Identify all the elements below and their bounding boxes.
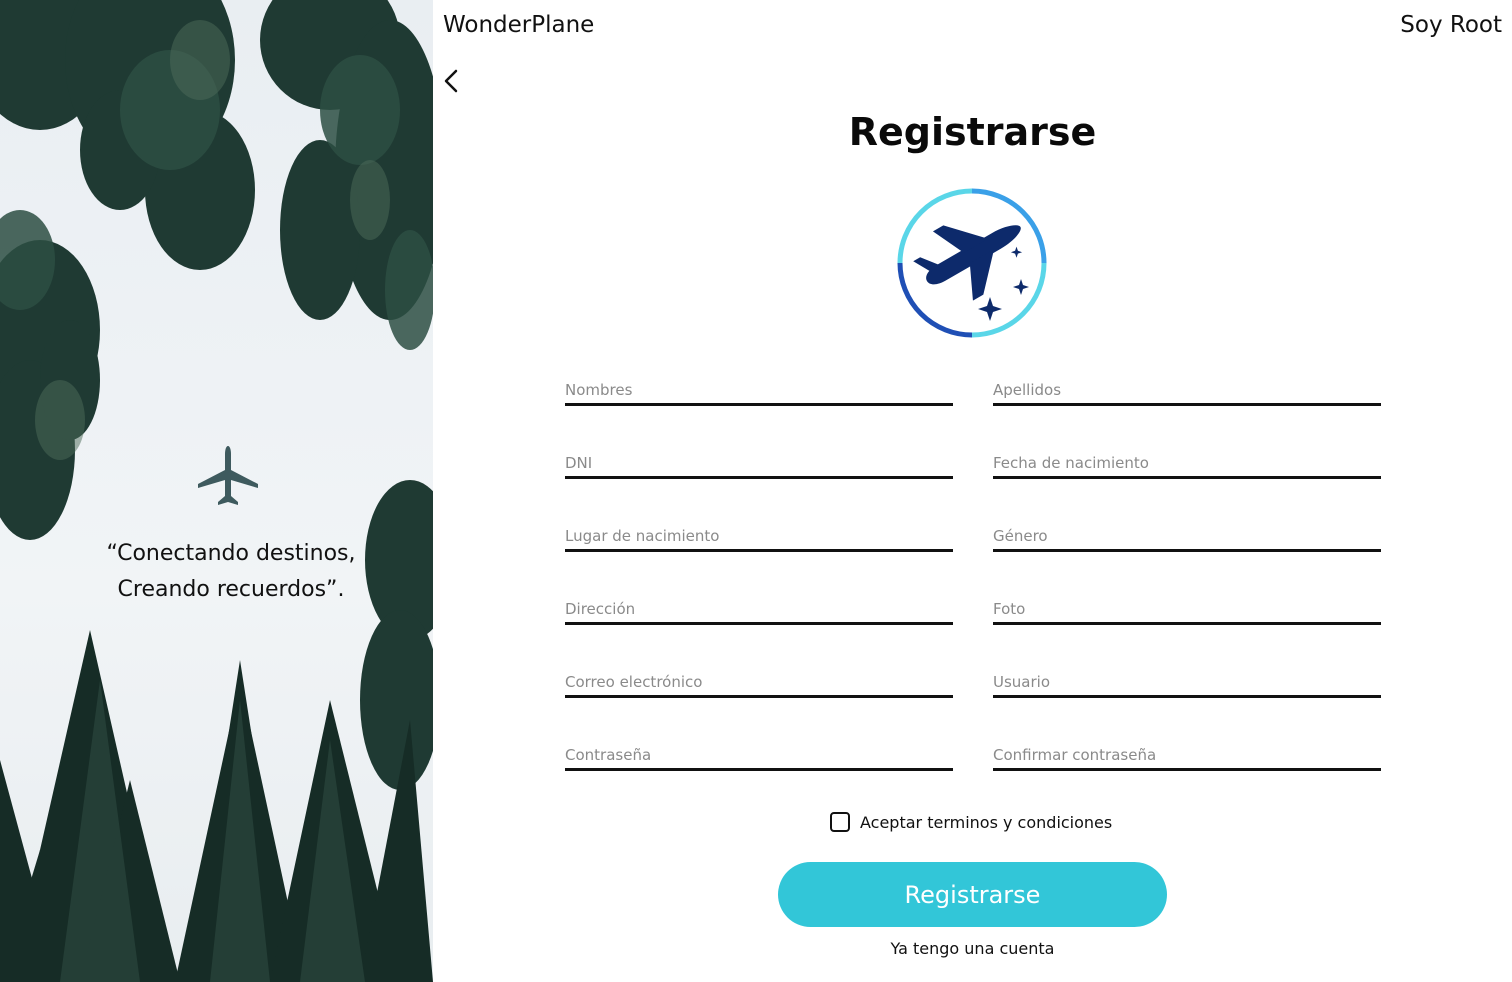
correo-input[interactable] [565,668,953,695]
nombres-field [565,376,953,406]
page-title: Registrarse [848,110,1097,154]
hero-quote-line-1: “Conectando destinos, [106,541,356,566]
airplane-logo-icon [897,188,1047,338]
fecha-nacimiento-field [993,449,1381,479]
hero-image-panel: “Conectando destinos, Creando recuerdos”… [0,0,433,982]
apellidos-input[interactable] [993,376,1381,403]
register-button[interactable]: Registrarse [778,862,1167,927]
terms-label[interactable]: Aceptar terminos y condiciones [860,813,1112,832]
usuario-field [993,668,1381,698]
direccion-field [565,595,953,625]
hero-quote-line-2: Creando recuerdos”. [117,577,345,602]
terms-row: Aceptar terminos y condiciones [830,812,1112,832]
usuario-input[interactable] [993,668,1381,695]
user-name[interactable]: Soy Root [1400,12,1502,38]
contrasena-field [565,741,953,771]
login-link[interactable]: Ya tengo una cuenta [433,939,1512,958]
foto-input[interactable] [993,595,1381,622]
dni-field [565,449,953,479]
hero-quote: “Conectando destinos, Creando recuerdos”… [0,536,433,608]
chevron-left-icon [444,69,458,93]
genero-field [993,522,1381,552]
terms-checkbox[interactable] [830,812,850,832]
confirmar-contrasena-field [993,741,1381,771]
contrasena-input[interactable] [565,741,953,768]
direccion-input[interactable] [565,595,953,622]
lugar-nacimiento-input[interactable] [565,522,953,549]
brand-name[interactable]: WonderPlane [443,12,594,38]
airplane-icon [198,446,258,505]
confirmar-contrasena-input[interactable] [993,741,1381,768]
foto-field [993,595,1381,625]
apellidos-field [993,376,1381,406]
genero-input[interactable] [993,522,1381,549]
dni-input[interactable] [565,449,953,476]
nombres-input[interactable] [565,376,953,403]
fecha-nacimiento-input[interactable] [993,449,1381,476]
lugar-nacimiento-field [565,522,953,552]
correo-field [565,668,953,698]
back-button[interactable] [438,66,464,96]
